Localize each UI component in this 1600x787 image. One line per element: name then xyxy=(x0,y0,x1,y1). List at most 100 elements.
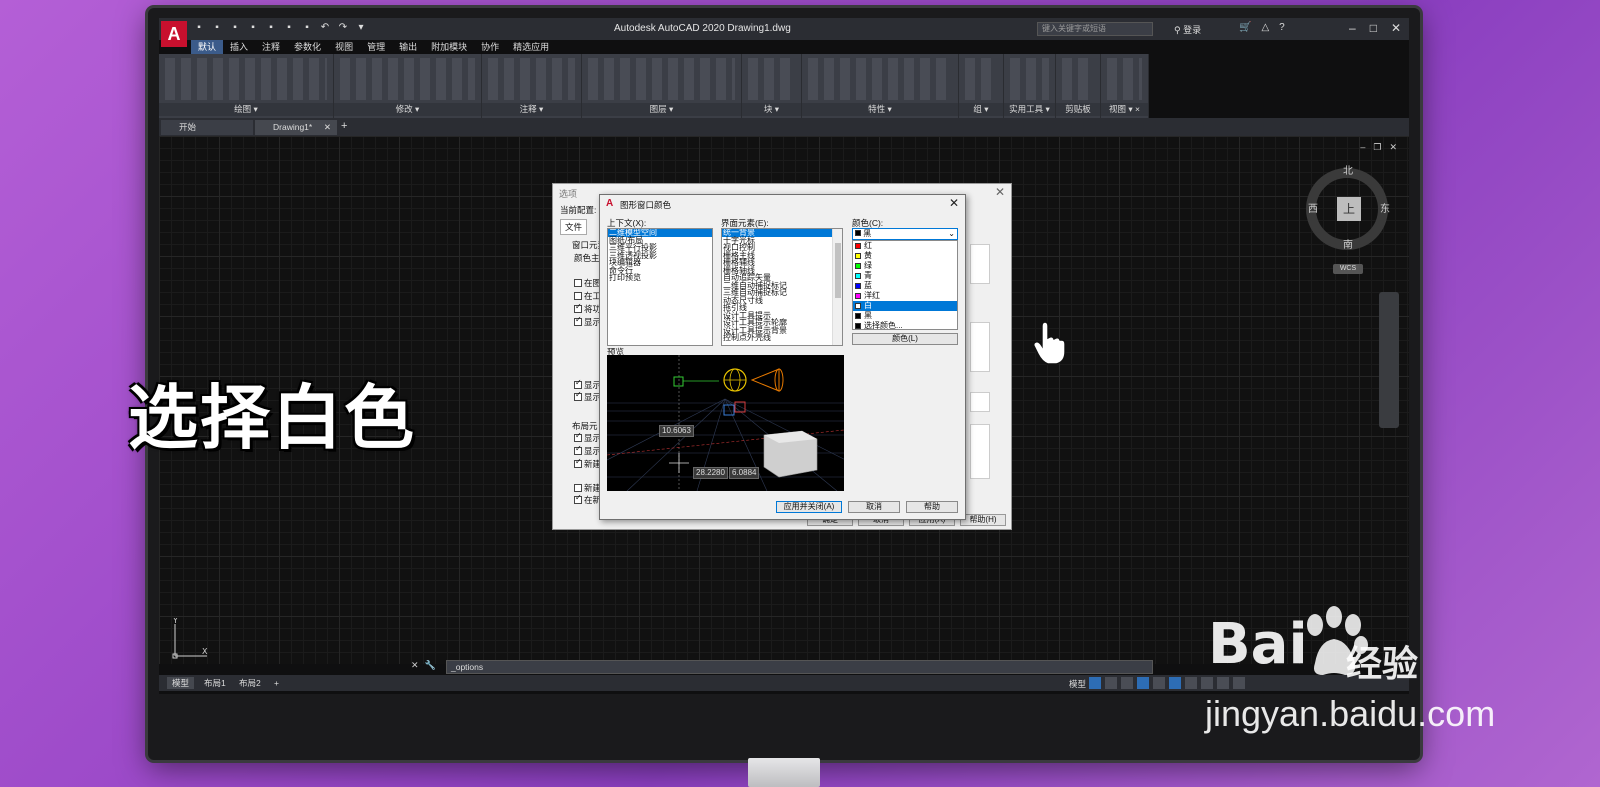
color-option-cyan[interactable]: 青 xyxy=(853,271,957,281)
modify-tools[interactable] xyxy=(340,58,475,100)
color-option-green[interactable]: 绿 xyxy=(853,261,957,271)
dimension-input-2[interactable]: 28.2280 xyxy=(693,467,728,479)
view-tools[interactable] xyxy=(1107,58,1142,100)
restore-viewport-icon[interactable]: ❐ xyxy=(1373,142,1381,153)
cancel-button[interactable]: 取消 xyxy=(848,501,900,513)
checkbox-icon[interactable] xyxy=(574,444,582,455)
qat-dropdown-icon[interactable]: ▾ xyxy=(355,22,367,34)
polar-toggle-icon[interactable] xyxy=(1137,677,1149,689)
snap-toggle-icon[interactable] xyxy=(1105,677,1117,689)
tab-layout1[interactable]: 布局1 xyxy=(199,677,231,689)
checkbox-icon[interactable] xyxy=(574,279,582,287)
options-help-button[interactable]: 帮助(H) xyxy=(960,514,1006,526)
compass-north[interactable]: 北 xyxy=(1343,162,1353,177)
checkbox-icon[interactable] xyxy=(574,315,582,326)
tab-annotate[interactable]: 注释 xyxy=(255,40,287,54)
new-icon[interactable]: ▪ xyxy=(193,22,205,34)
color-option-yellow[interactable]: 黄 xyxy=(853,251,957,261)
tab-model[interactable]: 模型 xyxy=(167,677,195,689)
viewcube-top-face[interactable]: 上 xyxy=(1337,197,1361,221)
print-icon[interactable]: ▪ xyxy=(301,22,313,34)
tab-parametric[interactable]: 参数化 xyxy=(287,40,328,54)
group-annotation-label[interactable]: 注释 ▾ xyxy=(482,103,581,116)
tab-layout2[interactable]: 布局2 xyxy=(234,677,266,689)
help-icon[interactable]: ? xyxy=(1279,22,1285,33)
tab-addins[interactable]: 附加模块 xyxy=(424,40,474,54)
opt-row-8[interactable]: 显示 xyxy=(574,444,601,457)
save-as-icon[interactable]: ▪ xyxy=(247,22,259,34)
tab-insert[interactable]: 插入 xyxy=(223,40,255,54)
color-option-select[interactable]: 选择颜色... xyxy=(853,321,957,331)
checkbox-icon[interactable] xyxy=(574,378,582,389)
dimension-input-1[interactable]: 10.6063 xyxy=(659,425,694,437)
checkbox-icon[interactable] xyxy=(574,302,582,313)
color-option-magenta[interactable]: 洋红 xyxy=(853,291,957,301)
group-clipboard-label[interactable]: 剪贴板 xyxy=(1056,103,1100,116)
group-view-label[interactable]: 视图 ▾ × xyxy=(1101,103,1148,116)
apply-close-button[interactable]: 应用并关闭(A) xyxy=(776,501,842,513)
opt-row-4[interactable]: 显示 xyxy=(574,315,601,328)
cart-icon[interactable]: 🛒 xyxy=(1239,22,1251,33)
login-button[interactable]: ⚲ 登录 xyxy=(1174,23,1201,36)
maximize-icon[interactable]: □ xyxy=(1370,21,1377,35)
compass-west[interactable]: 西 xyxy=(1308,200,1318,215)
navigation-bar[interactable] xyxy=(1379,292,1399,428)
search-input[interactable]: 键入关键字或短语 xyxy=(1037,22,1153,36)
opt-row-6[interactable]: 显示 xyxy=(574,390,601,403)
restore-classic-colors-button[interactable]: 颜色(L) xyxy=(852,333,958,345)
workspace-icon[interactable] xyxy=(1217,677,1229,689)
list-item[interactable]: 打印预览 xyxy=(608,274,712,282)
context-list[interactable]: 二维模型空间 图纸/布局 三维平行投影 三维透视投影 块编辑器 命令行 打印预览 xyxy=(607,228,713,346)
checkbox-icon[interactable] xyxy=(574,390,582,401)
color-option-white[interactable]: 白 xyxy=(853,301,957,311)
close-icon[interactable]: ✕ xyxy=(1391,21,1401,35)
draw-tools[interactable] xyxy=(165,58,327,100)
osnap-toggle-icon[interactable] xyxy=(1153,677,1165,689)
utilities-tools[interactable] xyxy=(1010,58,1049,100)
group-draw-label[interactable]: 绘图 ▾ xyxy=(159,103,333,116)
publish-icon[interactable]: ▪ xyxy=(265,22,277,34)
group-properties-label[interactable]: 特性 ▾ xyxy=(802,103,958,116)
undo-icon[interactable]: ↶ xyxy=(319,22,331,34)
opt-row-11[interactable]: 在新 xyxy=(574,493,601,506)
save-icon[interactable]: ▪ xyxy=(229,22,241,34)
open-icon[interactable]: ▪ xyxy=(211,22,223,34)
tab-drawing1[interactable]: Drawing1* ✕ xyxy=(255,120,337,135)
properties-tools[interactable] xyxy=(808,58,952,100)
checkbox-icon[interactable] xyxy=(574,457,582,468)
tab-collaborate[interactable]: 协作 xyxy=(474,40,506,54)
color-option-blue[interactable]: 蓝 xyxy=(853,281,957,291)
options-tab-files[interactable]: 文件 xyxy=(560,219,588,235)
group-utilities-label[interactable]: 实用工具 ▾ xyxy=(1004,103,1055,116)
block-tools[interactable] xyxy=(748,58,795,100)
compass-east[interactable]: 东 xyxy=(1380,200,1390,215)
tab-output[interactable]: 输出 xyxy=(392,40,424,54)
group-block-label[interactable]: 块 ▾ xyxy=(742,103,801,116)
annotation-tools[interactable] xyxy=(488,58,575,100)
color-dropdown-list[interactable]: 红 黄 绿 青 蓝 洋红 白 黑 选择颜色... xyxy=(852,240,958,330)
layer-tools[interactable] xyxy=(588,58,735,100)
tab-start[interactable]: 开始 xyxy=(161,120,253,135)
compass-south[interactable]: 南 xyxy=(1343,236,1353,251)
wcs-menu[interactable]: WCS xyxy=(1333,264,1363,274)
autocad-logo[interactable]: A xyxy=(161,21,187,47)
scroll-thumb[interactable] xyxy=(835,243,841,298)
group-layers-label[interactable]: 图层 ▾ xyxy=(582,103,741,116)
plot-icon[interactable]: ▪ xyxy=(283,22,295,34)
list-item[interactable]: 控制点外壳线 xyxy=(722,334,842,342)
opt-row-1[interactable]: 在图 xyxy=(574,277,601,289)
groups-tools[interactable] xyxy=(965,58,997,100)
opt-row-9[interactable]: 新建 xyxy=(574,457,601,470)
tab-home[interactable]: 默认 xyxy=(191,40,224,54)
tab-manage[interactable]: 管理 xyxy=(360,40,392,54)
customize-icon[interactable] xyxy=(1233,677,1245,689)
chevron-down-icon[interactable]: ⌄ xyxy=(948,229,955,239)
command-line[interactable]: _options xyxy=(446,660,1153,674)
add-layout-icon[interactable]: + xyxy=(269,677,284,689)
help-button[interactable]: 帮助 xyxy=(906,501,958,513)
cmd-close-icon[interactable]: ✕ xyxy=(411,660,419,671)
status-model[interactable]: 模型 xyxy=(1069,678,1086,690)
elements-list[interactable]: 统一背景 十字光标 视口控制 栅格主线 栅格辅线 栅格轴线 自动追踪矢量 二维自… xyxy=(721,228,843,346)
minimize-viewport-icon[interactable]: – xyxy=(1360,142,1365,153)
elements-scrollbar[interactable] xyxy=(832,229,842,345)
